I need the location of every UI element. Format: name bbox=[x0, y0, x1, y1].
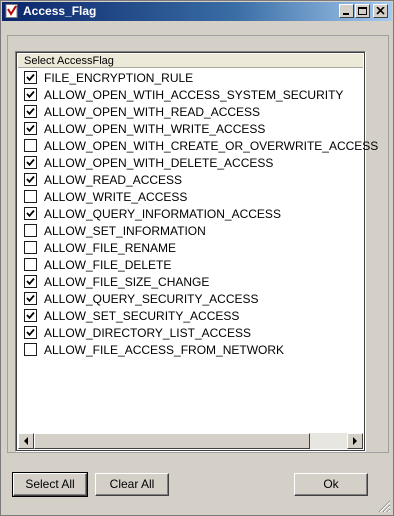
checkbox[interactable] bbox=[24, 88, 37, 101]
item-label: ALLOW_FILE_RENAME bbox=[44, 241, 177, 255]
checkmark-icon bbox=[26, 90, 35, 99]
item-label: ALLOW_DIRECTORY_LIST_ACCESS bbox=[44, 326, 251, 340]
checkmark-icon bbox=[26, 73, 35, 82]
checkmark-icon bbox=[26, 175, 35, 184]
list-item[interactable]: ALLOW_SET_SECURITY_ACCESS bbox=[18, 307, 363, 324]
checkbox[interactable] bbox=[24, 258, 37, 271]
item-label: ALLOW_OPEN_WITH_WRITE_ACCESS bbox=[44, 122, 266, 136]
list-items: FILE_ENCRYPTION_RULE ALLOW_OPEN_WTIH_ACCE… bbox=[18, 69, 378, 358]
checkbox[interactable] bbox=[24, 139, 37, 152]
checkbox[interactable] bbox=[24, 292, 37, 305]
list-item[interactable]: ALLOW_WRITE_ACCESS bbox=[18, 188, 363, 205]
item-label: ALLOW_WRITE_ACCESS bbox=[44, 190, 188, 204]
checkbox[interactable] bbox=[24, 207, 37, 220]
checkbox[interactable] bbox=[24, 122, 37, 135]
list-item[interactable]: ALLOW_QUERY_INFORMATION_ACCESS bbox=[18, 205, 363, 222]
arrow-right-icon bbox=[353, 437, 357, 445]
item-label: ALLOW_READ_ACCESS bbox=[44, 173, 183, 187]
checkbox[interactable] bbox=[24, 275, 37, 288]
list-item[interactable]: ALLOW_OPEN_WITH_READ_ACCESS bbox=[18, 103, 363, 120]
list-item[interactable]: ALLOW_FILE_RENAME bbox=[18, 239, 363, 256]
clear-all-button[interactable]: Clear All bbox=[95, 473, 169, 496]
item-label: ALLOW_OPEN_WITH_READ_ACCESS bbox=[44, 105, 261, 119]
checkbox[interactable] bbox=[24, 224, 37, 237]
scroll-thumb[interactable] bbox=[34, 433, 310, 449]
item-label: FILE_ENCRYPTION_RULE bbox=[44, 71, 194, 85]
minimize-button[interactable] bbox=[339, 4, 354, 18]
item-label: ALLOW_OPEN_WTIH_ACCESS_SYSTEM_SECURITY bbox=[44, 88, 344, 102]
close-button[interactable] bbox=[373, 4, 388, 18]
checkmark-icon bbox=[26, 328, 35, 337]
list-item[interactable]: ALLOW_READ_ACCESS bbox=[18, 171, 363, 188]
list-item[interactable]: ALLOW_FILE_DELETE bbox=[18, 256, 363, 273]
list-item[interactable]: ALLOW_DIRECTORY_LIST_ACCESS bbox=[18, 324, 363, 341]
close-icon bbox=[376, 7, 385, 15]
horizontal-scrollbar[interactable] bbox=[18, 433, 363, 449]
list-item[interactable]: ALLOW_OPEN_WTIH_ACCESS_SYSTEM_SECURITY bbox=[18, 86, 363, 103]
checkbox[interactable] bbox=[24, 326, 37, 339]
checkmark-icon bbox=[26, 294, 35, 303]
arrow-left-icon bbox=[24, 437, 28, 445]
list-item[interactable]: ALLOW_FILE_SIZE_CHANGE bbox=[18, 273, 363, 290]
item-label: ALLOW_FILE_DELETE bbox=[44, 258, 172, 272]
checkbox[interactable] bbox=[24, 173, 37, 186]
checkmark-icon bbox=[26, 107, 35, 116]
checkbox[interactable] bbox=[24, 156, 37, 169]
checkmark-icon bbox=[26, 158, 35, 167]
resize-grip-icon[interactable] bbox=[377, 499, 391, 513]
checkbox[interactable] bbox=[24, 105, 37, 118]
maximize-button[interactable] bbox=[355, 4, 370, 18]
list-item[interactable]: ALLOW_OPEN_WITH_WRITE_ACCESS bbox=[18, 120, 363, 137]
title-bar[interactable]: Access_Flag bbox=[2, 2, 392, 21]
ok-button[interactable]: Ok bbox=[294, 473, 368, 496]
list-item[interactable]: ALLOW_FILE_ACCESS_FROM_NETWORK bbox=[18, 341, 363, 358]
minimize-icon bbox=[343, 13, 349, 15]
checkmark-icon bbox=[26, 209, 35, 218]
list-header[interactable]: Select AccessFlag bbox=[18, 54, 363, 68]
checkbox[interactable] bbox=[24, 309, 37, 322]
scroll-left-button[interactable] bbox=[18, 433, 34, 449]
checkbox[interactable] bbox=[24, 190, 37, 203]
app-icon bbox=[5, 4, 19, 18]
checkmark-icon bbox=[26, 311, 35, 320]
checkbox[interactable] bbox=[24, 71, 37, 84]
item-label: ALLOW_OPEN_WITH_DELETE_ACCESS bbox=[44, 156, 274, 170]
list-item[interactable]: ALLOW_OPEN_WITH_CREATE_OR_OVERWRITE_ACCE… bbox=[18, 137, 378, 154]
checkmark-icon bbox=[26, 124, 35, 133]
scroll-right-button[interactable] bbox=[347, 433, 363, 449]
access-flag-window: Access_Flag Select AccessFlag FILE_ENCRY… bbox=[0, 0, 394, 516]
item-label: ALLOW_QUERY_SECURITY_ACCESS bbox=[44, 292, 259, 306]
checkmark-icon bbox=[26, 277, 35, 286]
item-label: ALLOW_SET_INFORMATION bbox=[44, 224, 206, 238]
item-label: ALLOW_SET_SECURITY_ACCESS bbox=[44, 309, 240, 323]
item-label: ALLOW_FILE_ACCESS_FROM_NETWORK bbox=[44, 343, 285, 357]
list-item[interactable]: ALLOW_SET_INFORMATION bbox=[18, 222, 363, 239]
item-label: ALLOW_QUERY_INFORMATION_ACCESS bbox=[44, 207, 281, 221]
window-title: Access_Flag bbox=[23, 4, 97, 18]
list-item[interactable]: FILE_ENCRYPTION_RULE bbox=[18, 69, 363, 86]
list-item[interactable]: ALLOW_QUERY_SECURITY_ACCESS bbox=[18, 290, 363, 307]
list-item[interactable]: ALLOW_OPEN_WITH_DELETE_ACCESS bbox=[18, 154, 363, 171]
maximize-icon bbox=[358, 7, 367, 15]
select-all-button[interactable]: Select All bbox=[12, 472, 88, 497]
checkbox[interactable] bbox=[24, 343, 37, 356]
checkbox[interactable] bbox=[24, 241, 37, 254]
item-label: ALLOW_OPEN_WITH_CREATE_OR_OVERWRITE_ACCE… bbox=[44, 139, 379, 153]
access-flag-list[interactable]: Select AccessFlag FILE_ENCRYPTION_RULE AL… bbox=[15, 51, 378, 452]
item-label: ALLOW_FILE_SIZE_CHANGE bbox=[44, 275, 210, 289]
